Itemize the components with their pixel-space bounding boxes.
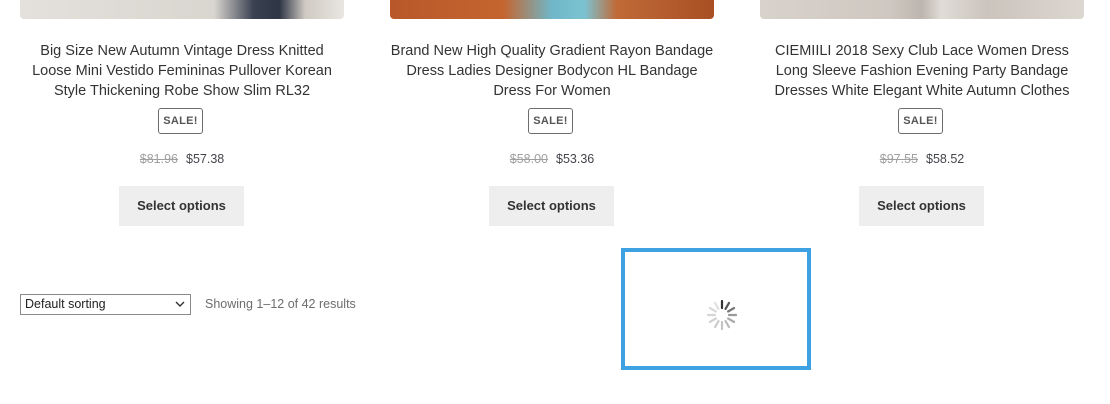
product-image[interactable] xyxy=(20,0,344,19)
old-price: $58.00 xyxy=(509,152,548,166)
price: $97.55 $58.52 xyxy=(760,150,1084,168)
sale-badge: SALE! xyxy=(158,108,203,134)
sale-price: $53.36 xyxy=(556,152,595,166)
loading-overlay xyxy=(621,248,811,370)
chevron-down-icon xyxy=(175,301,185,307)
sale-price: $58.52 xyxy=(926,152,965,166)
product-image[interactable] xyxy=(390,0,714,19)
product-title[interactable]: Brand New High Quality Gradient Rayon Ba… xyxy=(390,41,714,101)
price: $58.00 $53.36 xyxy=(390,150,714,168)
select-options-button[interactable]: Select options xyxy=(119,186,244,226)
product-title[interactable]: CIEMIILI 2018 Sexy Club Lace Women Dress… xyxy=(760,41,1084,101)
product-title[interactable]: Big Size New Autumn Vintage Dress Knitte… xyxy=(20,41,344,101)
price: $81.96 $57.38 xyxy=(20,150,344,168)
product-image[interactable] xyxy=(760,0,1084,19)
sale-badge: SALE! xyxy=(528,108,573,134)
old-price: $81.96 xyxy=(139,152,178,166)
select-options-button[interactable]: Select options xyxy=(489,186,614,226)
sorting-select[interactable]: Default sorting xyxy=(20,294,191,315)
sale-price: $57.38 xyxy=(186,152,225,166)
select-options-button[interactable]: Select options xyxy=(859,186,984,226)
sale-badge: SALE! xyxy=(898,108,943,134)
sorting-selected-value: Default sorting xyxy=(25,297,106,311)
loading-spinner-icon xyxy=(706,299,738,331)
result-count: Showing 1–12 of 42 results xyxy=(205,297,356,311)
old-price: $97.55 xyxy=(879,152,918,166)
